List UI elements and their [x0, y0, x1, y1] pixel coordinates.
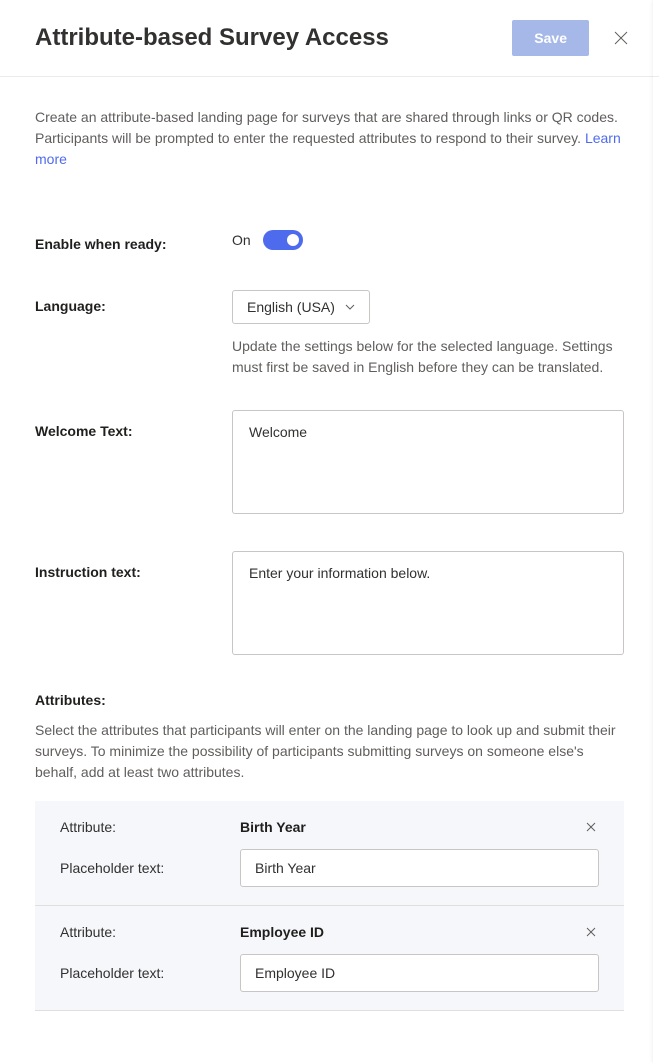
attribute-name-row: Attribute: Employee ID [60, 924, 599, 940]
content: Create an attribute-based landing page f… [0, 77, 659, 1041]
toggle-thumb [287, 234, 299, 246]
attribute-row-label: Attribute: [60, 924, 240, 940]
language-row: Language: English (USA) Update the setti… [35, 290, 624, 378]
enable-label: Enable when ready: [35, 228, 232, 252]
scroll-edge [653, 0, 659, 1063]
placeholder-row-label: Placeholder text: [60, 965, 240, 981]
instruction-label: Instruction text: [35, 551, 232, 660]
language-label: Language: [35, 290, 232, 378]
welcome-row: Welcome Text: [35, 410, 624, 519]
chevron-down-icon [345, 299, 355, 315]
attribute-name-row: Attribute: Birth Year [60, 819, 599, 835]
language-control: English (USA) Update the settings below … [232, 290, 624, 378]
description-text: Create an attribute-based landing page f… [35, 107, 624, 170]
placeholder-row-label: Placeholder text: [60, 860, 240, 876]
attribute-card: Attribute: Birth Year Placeholder text: [35, 801, 624, 906]
instruction-textarea[interactable] [232, 551, 624, 655]
page-title: Attribute-based Survey Access [35, 24, 389, 52]
attribute-card: Attribute: Employee ID Placeholder text: [35, 906, 624, 1011]
toggle-state-label: On [232, 232, 251, 248]
welcome-label: Welcome Text: [35, 410, 232, 519]
instruction-row: Instruction text: [35, 551, 624, 660]
placeholder-input[interactable] [240, 849, 599, 887]
language-dropdown[interactable]: English (USA) [232, 290, 370, 324]
attribute-placeholder-row: Placeholder text: [60, 954, 599, 992]
description-body: Create an attribute-based landing page f… [35, 109, 618, 146]
welcome-control [232, 410, 624, 519]
remove-attribute-icon[interactable] [583, 819, 599, 835]
language-selected: English (USA) [247, 299, 335, 315]
attribute-row-label: Attribute: [60, 819, 240, 835]
attribute-placeholder-row: Placeholder text: [60, 849, 599, 887]
attribute-name: Employee ID [240, 924, 583, 940]
welcome-textarea[interactable] [232, 410, 624, 514]
enable-toggle[interactable] [263, 230, 303, 250]
header: Attribute-based Survey Access Save [0, 0, 659, 77]
attributes-label: Attributes: [35, 692, 624, 708]
language-hint: Update the settings below for the select… [232, 336, 624, 378]
enable-row: Enable when ready: On [35, 228, 624, 252]
attributes-description: Select the attributes that participants … [35, 720, 624, 783]
remove-attribute-icon[interactable] [583, 924, 599, 940]
header-actions: Save [512, 20, 629, 56]
enable-control: On [232, 228, 624, 252]
close-icon[interactable] [613, 30, 629, 46]
save-button[interactable]: Save [512, 20, 589, 56]
attribute-name: Birth Year [240, 819, 583, 835]
instruction-control [232, 551, 624, 660]
placeholder-input[interactable] [240, 954, 599, 992]
